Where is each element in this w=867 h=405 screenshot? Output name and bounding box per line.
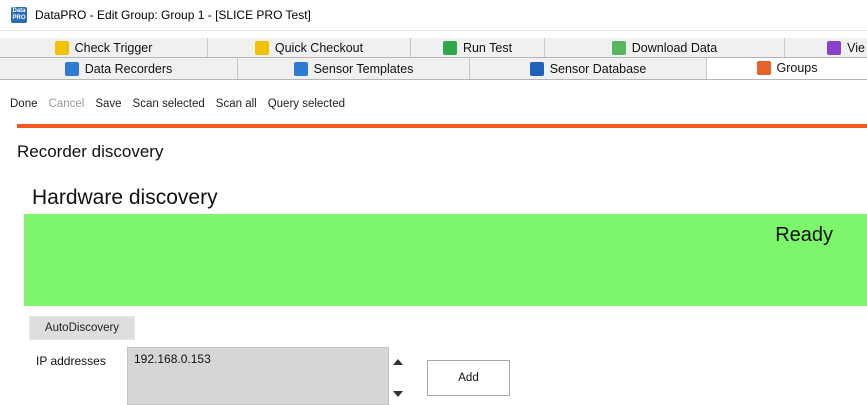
scan-all-button[interactable]: Scan all: [216, 98, 257, 110]
scroll-up-icon[interactable]: [393, 359, 403, 365]
tab-groups[interactable]: Groups: [707, 58, 867, 79]
done-button[interactable]: Done: [10, 98, 38, 110]
page-title: Recorder discovery: [17, 142, 164, 161]
toolbar: Done Cancel Save Scan selected Scan all …: [0, 92, 345, 116]
tab-label: Check Trigger: [74, 40, 153, 55]
hardware-discovery-heading: Hardware discovery: [32, 186, 218, 209]
view-icon: [827, 40, 842, 55]
tab-label: Quick Checkout: [274, 40, 364, 55]
window-title: DataPRO - Edit Group: Group 1 - [SLICE P…: [35, 8, 311, 22]
trigger-icon: [54, 40, 69, 55]
database-icon: [529, 61, 544, 76]
tab-row-1: Check Trigger Quick Checkout Run Test Do…: [0, 38, 867, 58]
tab-check-trigger[interactable]: Check Trigger: [0, 38, 208, 57]
checkout-icon: [254, 40, 269, 55]
status-panel: Ready: [24, 214, 867, 306]
status-text: Ready: [775, 224, 833, 246]
tab-view[interactable]: Vie: [785, 38, 867, 57]
tab-sensor-database[interactable]: Sensor Database: [470, 58, 707, 79]
accent-divider: [17, 124, 867, 128]
cancel-button[interactable]: Cancel: [49, 98, 85, 110]
tab-label: Vie: [847, 40, 865, 55]
tab-label: Sensor Templates: [313, 61, 414, 76]
add-button[interactable]: Add: [427, 360, 510, 396]
query-selected-button[interactable]: Query selected: [268, 98, 345, 110]
tab-run-test[interactable]: Run Test: [411, 38, 545, 57]
groups-icon: [756, 61, 771, 75]
template-icon: [293, 61, 308, 76]
scroll-down-icon[interactable]: [393, 391, 403, 397]
ip-addresses-input[interactable]: 192.168.0.153: [127, 347, 389, 405]
save-button[interactable]: Save: [95, 98, 121, 110]
scan-selected-button[interactable]: Scan selected: [133, 98, 205, 110]
tab-label: Data Recorders: [84, 61, 173, 76]
tab-label: Run Test: [462, 40, 513, 55]
tab-sensor-templates[interactable]: Sensor Templates: [238, 58, 470, 79]
tab-row-2: Data Recorders Sensor Templates Sensor D…: [0, 58, 867, 80]
recorder-icon: [64, 61, 79, 76]
tab-download-data[interactable]: Download Data: [545, 38, 785, 57]
autodiscovery-tab[interactable]: AutoDiscovery: [29, 316, 135, 340]
tab-label: Groups: [776, 61, 818, 75]
tab-quick-checkout[interactable]: Quick Checkout: [208, 38, 411, 57]
run-test-icon: [442, 40, 457, 55]
tab-data-recorders[interactable]: Data Recorders: [0, 58, 238, 79]
ip-scrollbar[interactable]: [389, 347, 407, 405]
app-icon: Data PRO: [11, 7, 27, 23]
download-icon: [611, 40, 626, 55]
ip-addresses-label: IP addresses: [36, 354, 106, 368]
tab-label: Sensor Database: [549, 61, 647, 76]
tab-label: Download Data: [631, 40, 718, 55]
title-bar: Data PRO DataPRO - Edit Group: Group 1 -…: [0, 0, 867, 31]
